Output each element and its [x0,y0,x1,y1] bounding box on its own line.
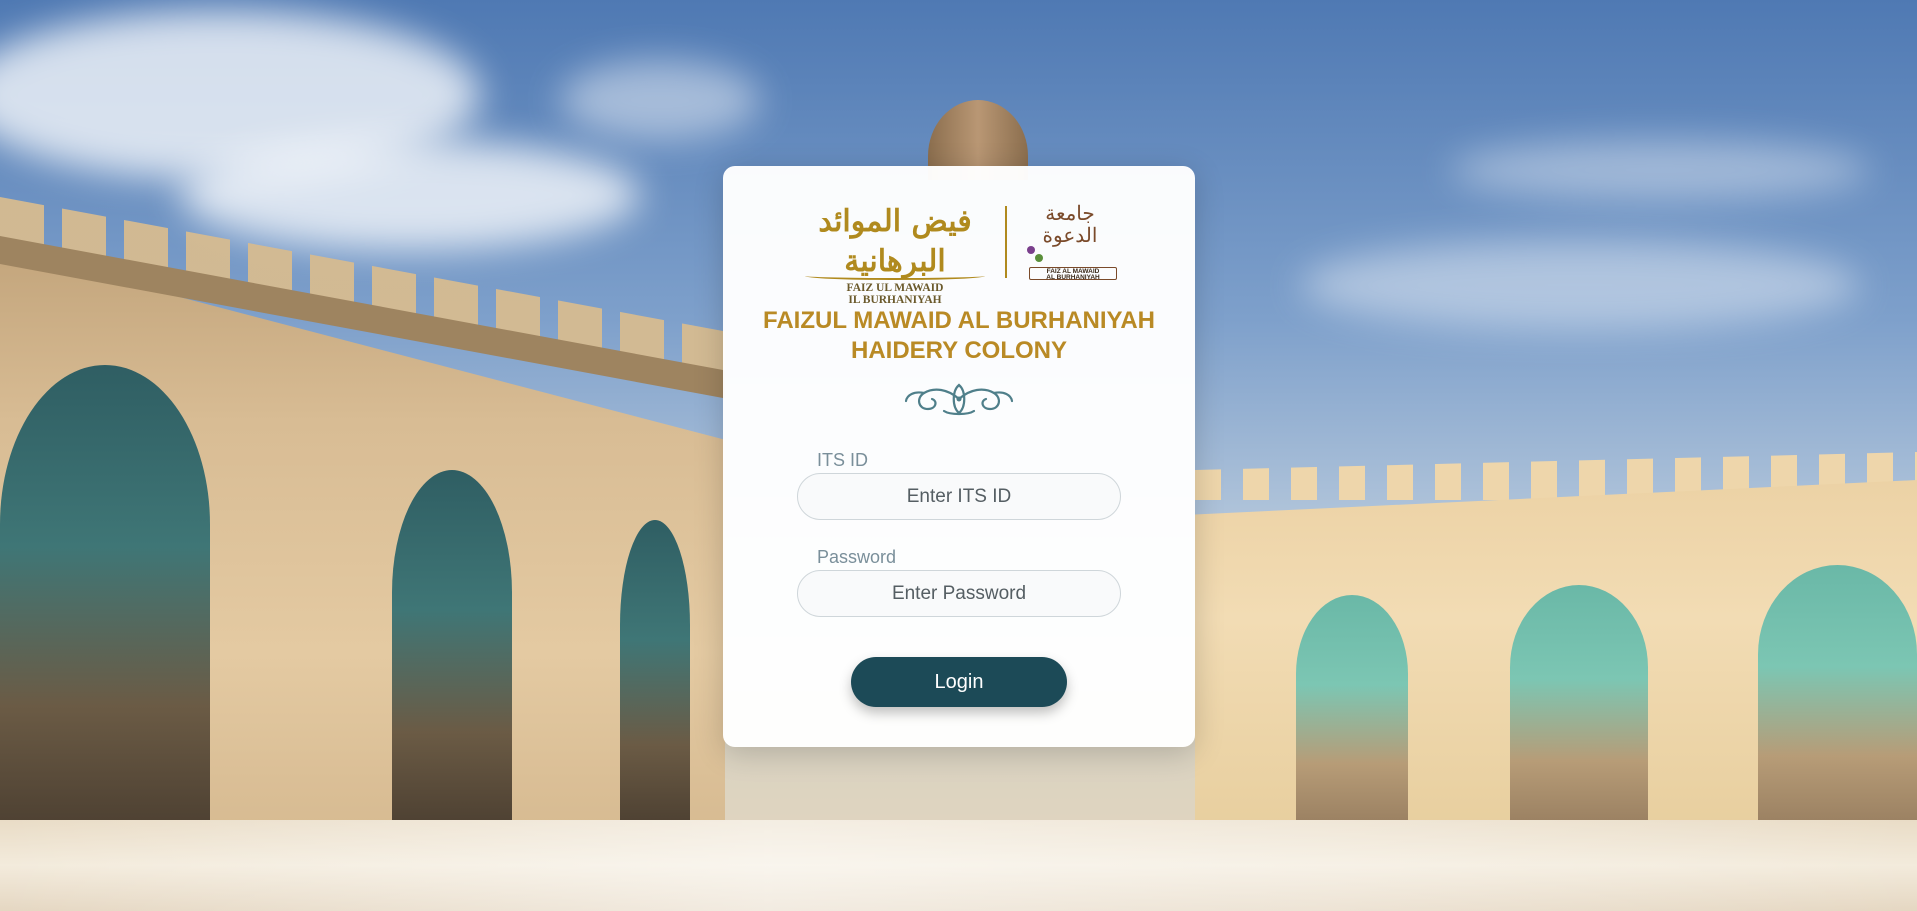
arch [1296,595,1408,820]
login-button[interactable]: Login [851,657,1067,707]
seal-arabic-text: جامعة الدعوة [1042,201,1098,247]
its-id-input[interactable] [797,473,1121,520]
arch [392,470,512,820]
logo-arabic-text: فيض الموائد البرهانية [818,204,972,279]
cloud [180,140,640,250]
cloud [1300,240,1860,330]
logo-row: فيض الموائد البرهانية FAIZ UL MAWAID IL … [723,202,1195,306]
arch [0,365,210,820]
floor-reflection [0,820,1917,911]
title-line1: FAIZUL MAWAID AL BURHANIYAH [762,307,1155,334]
cloud [1450,140,1870,200]
leaf-icon [1035,254,1043,262]
flower-icon [1027,246,1035,254]
title-line2: HAIDERY COLONY [850,337,1068,364]
arch [1510,585,1648,820]
logo-english-line1: FAIZ UL MAWAID [846,282,944,294]
logo-divider [1005,206,1007,278]
floral-ornament-icon [904,383,1014,416]
logo-english-line2: IL BURHANIYAH [848,294,942,306]
faiz-logo: فيض الموائد البرهانية FAIZ UL MAWAID IL … [799,202,991,306]
cloud [560,60,760,140]
seal-tag: FAIZ AL MAWAID AL BURHANIYAH [1029,267,1117,280]
arch [620,520,690,820]
login-card: فيض الموائد البرهانية FAIZ UL MAWAID IL … [723,166,1195,747]
password-label: Password [817,547,897,567]
page-title: FAIZUL MAWAID AL BURHANIYAH HAIDERY COLO… [723,306,1195,366]
seal-logo: جامعة الدعوة FAIZ AL MAWAID AL BURHANIYA… [1021,202,1119,282]
arch [1758,565,1917,820]
logo-swash [805,272,985,280]
seal-tag-line2: AL BURHANIYAH [1046,273,1100,281]
its-id-label: ITS ID [817,450,869,470]
password-input[interactable] [797,570,1121,617]
